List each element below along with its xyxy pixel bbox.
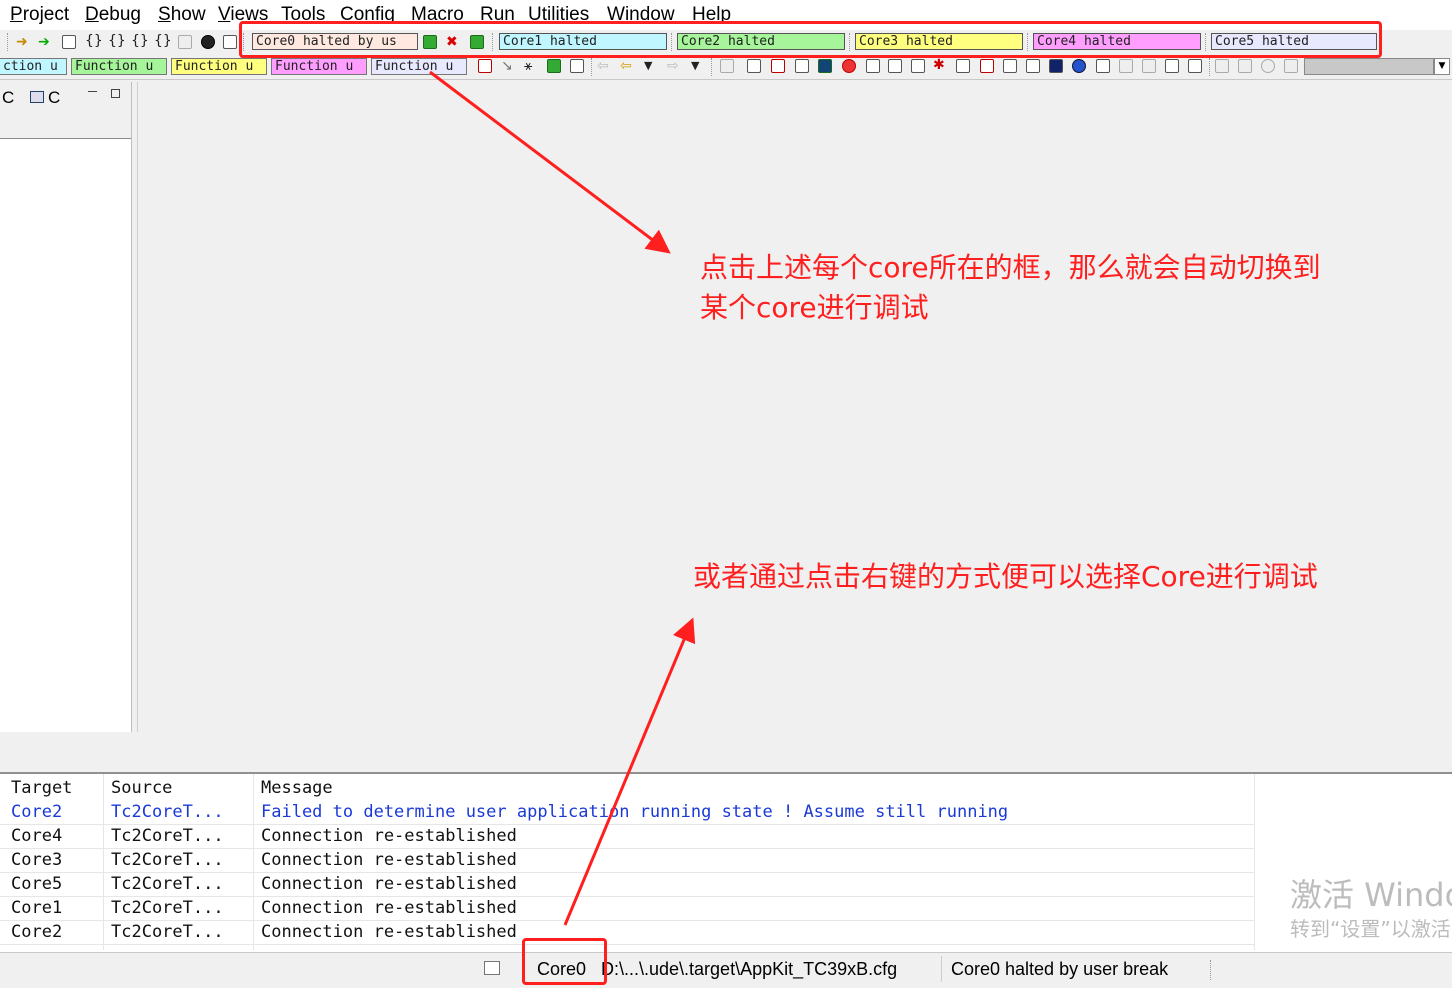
- arrow-to-top-note: [429, 70, 671, 254]
- annotation-bottom: 或者通过点击右键的方式便可以选择Core进行调试: [693, 560, 1318, 593]
- annotation-arrows: [429, 70, 696, 926]
- annotation-top-line2: 某个core进行调试: [700, 291, 929, 324]
- annotation-top-line1: 点击上述每个core所在的框，那么就会自动切换到: [700, 251, 1321, 284]
- arrow-to-bottom-note: [563, 617, 696, 926]
